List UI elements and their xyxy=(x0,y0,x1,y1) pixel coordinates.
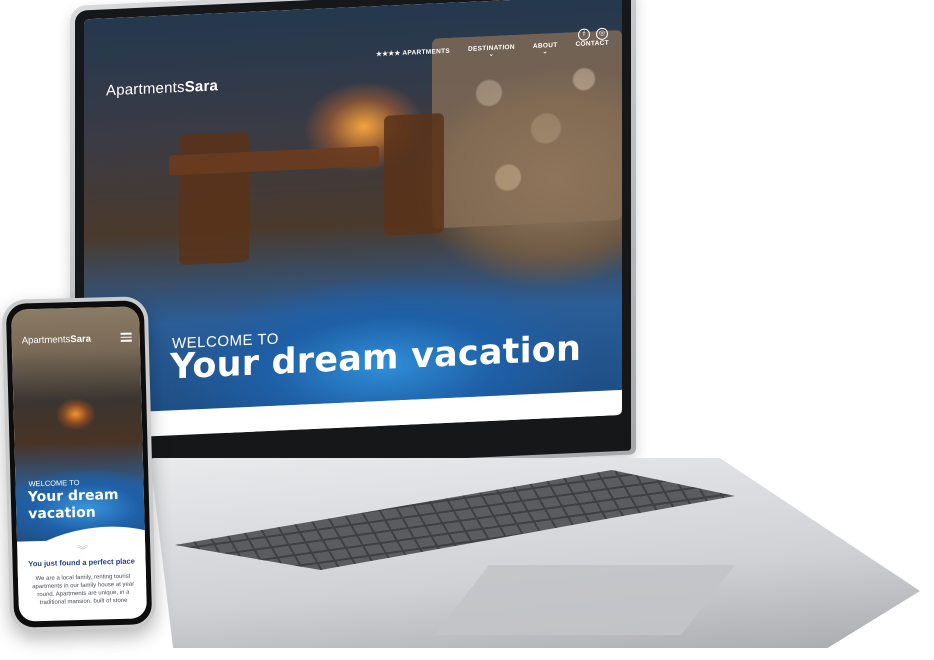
logo-text: Apartments xyxy=(21,334,71,347)
phone-site-logo[interactable]: ApartmentsSara xyxy=(22,334,91,347)
phone-bezel: ApartmentsSara WELCOME TO Your dream vac… xyxy=(5,300,153,628)
nav-apartments-label: ★★★★ APARTMENTS xyxy=(376,47,451,59)
instagram-icon[interactable]: ◎ xyxy=(596,27,608,41)
hamburger-menu-icon[interactable] xyxy=(120,331,132,344)
nav-about[interactable]: ABOUT ⌄ xyxy=(533,42,558,56)
logo-bold-text: Sara xyxy=(70,333,92,346)
scroll-down-icon[interactable]: ︾ xyxy=(77,542,88,558)
mockup-stage: ApartmentsSara ★★★★ APARTMENTS DESTINATI… xyxy=(0,0,934,660)
phone-hero-kicker: WELCOME TO xyxy=(28,477,80,489)
social-links: f ◎ xyxy=(578,27,608,41)
scroll-down-icon[interactable]: ︾ xyxy=(359,426,377,439)
phone-screen: ApartmentsSara WELCOME TO Your dream vac… xyxy=(10,306,148,622)
section-body: We are a local family, renting tourist a… xyxy=(32,573,135,607)
laptop-screen: ApartmentsSara ★★★★ APARTMENTS DESTINATI… xyxy=(84,0,622,440)
logo-bold-text: Sara xyxy=(184,77,219,96)
chevron-down-icon: ⌄ xyxy=(542,49,548,56)
chair xyxy=(384,113,444,236)
nav-destination[interactable]: DESTINATION ⌄ xyxy=(468,44,515,59)
facebook-icon[interactable]: f xyxy=(578,28,590,41)
stone-wall xyxy=(432,29,622,229)
logo-text: Apartments xyxy=(106,78,185,100)
laptop-lid: ApartmentsSara ★★★★ APARTMENTS DESTINATI… xyxy=(70,0,636,480)
laptop-bezel: ApartmentsSara ★★★★ APARTMENTS DESTINATI… xyxy=(75,0,631,476)
phone-device: ApartmentsSara WELCOME TO Your dream vac… xyxy=(1,296,157,632)
phone-hero-headline: Your dream vacation xyxy=(27,486,119,523)
